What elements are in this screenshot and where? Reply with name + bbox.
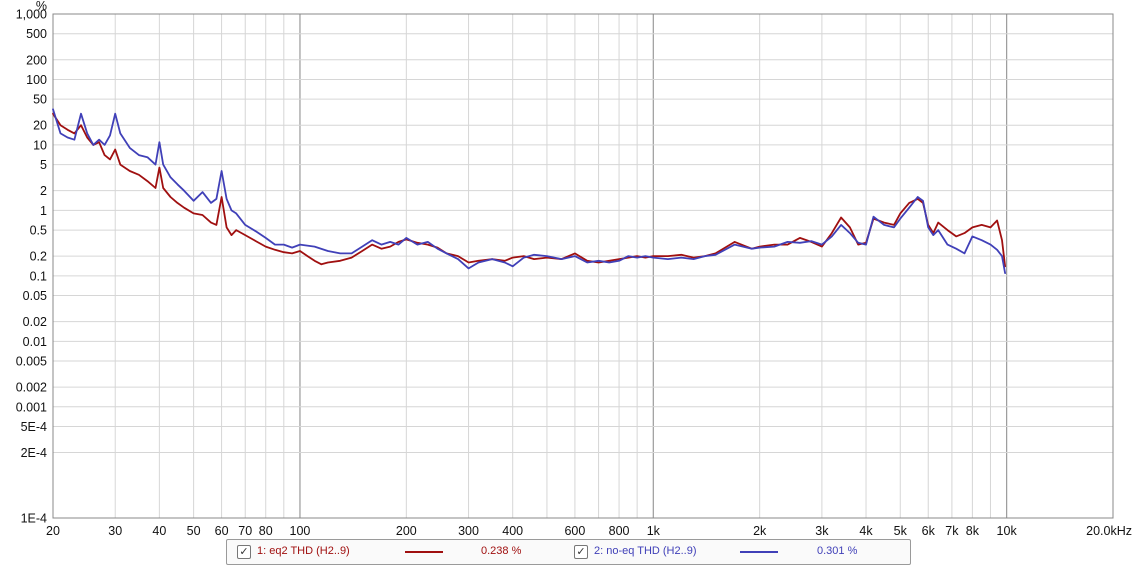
checkbox-series-1[interactable]: ✓ [237, 545, 251, 559]
legend-series-2-swatch [740, 551, 778, 553]
x-tick-label: 60 [215, 524, 229, 538]
y-tick-label: 5E-4 [21, 420, 47, 434]
x-tick-label: 30 [108, 524, 122, 538]
y-tick-label: 100 [26, 73, 47, 87]
y-tick-label: 0.001 [16, 400, 47, 414]
x-tick-label: 10k [997, 524, 1018, 538]
thd-chart: 1,0005002001005020105210.50.20.10.050.02… [16, 0, 1132, 538]
y-tick-label: 1E-4 [21, 512, 47, 526]
x-tick-label: 3k [815, 524, 829, 538]
y-tick-label: 20 [33, 119, 47, 133]
x-tick-label: 6k [922, 524, 936, 538]
y-tick-label: 0.005 [16, 355, 47, 369]
y-tick-label: 500 [26, 27, 47, 41]
legend-series-2-value: 0.301 % [817, 545, 858, 557]
legend-series-1-swatch [405, 551, 443, 553]
x-tick-label: 20 [46, 524, 60, 538]
plot-frame [52, 13, 1114, 519]
y-tick-labels: 1,0005002001005020105210.50.20.10.050.02… [16, 8, 47, 526]
legend-series-1-value: 0.238 % [481, 545, 522, 557]
x-tick-label: 40 [152, 524, 166, 538]
y-tick-label: 2E-4 [21, 446, 47, 460]
y-tick-label: 0.2 [30, 250, 47, 264]
x-tick-label: 4k [859, 524, 873, 538]
x-tick-label: 7k [945, 524, 959, 538]
x-tick-label: 100 [290, 524, 311, 538]
y-tick-label: 0.1 [30, 269, 47, 283]
y-tick-label: 0.002 [16, 381, 47, 395]
x-tick-label: 300 [458, 524, 479, 538]
x-tick-label: 800 [609, 524, 630, 538]
y-tick-label: 10 [33, 138, 47, 152]
x-tick-label: 400 [502, 524, 523, 538]
series-line-2 [52, 108, 1006, 275]
y-tick-label: 5 [40, 158, 47, 172]
legend-series-1-name: 1: eq2 THD (H2..9) [257, 545, 350, 557]
y-tick-label: 0.05 [23, 289, 47, 303]
y-tick-label: 2 [40, 184, 47, 198]
x-tick-label: 1k [647, 524, 661, 538]
x-tick-label: 50 [187, 524, 201, 538]
y-tick-label: 0.02 [23, 315, 47, 329]
legend-entry-2[interactable]: ✓ 2: no-eq THD (H2..9) 0.301 % [567, 540, 907, 564]
x-tick-label: 20.0kHz [1086, 524, 1132, 538]
y-tick-label: 200 [26, 53, 47, 67]
legend: ✓ 1: eq2 THD (H2..9) 0.238 % ✓ 2: no-eq … [226, 539, 911, 565]
x-tick-label: 200 [396, 524, 417, 538]
x-tick-label: 600 [564, 524, 585, 538]
checkbox-series-2[interactable]: ✓ [574, 545, 588, 559]
x-tick-label: 80 [259, 524, 273, 538]
y-axis-unit-label: % [36, 0, 47, 13]
x-tick-label: 8k [966, 524, 980, 538]
x-tick-label: 2k [753, 524, 767, 538]
x-tick-label: 5k [894, 524, 908, 538]
series-layer [52, 108, 1006, 275]
y-tick-label: 1 [40, 204, 47, 218]
x-tick-labels: 20 30 40 50 60 70 80 100 200 300 400 600 800 1k 2k 3k 4k… [46, 524, 1132, 538]
legend-entry-1[interactable]: ✓ 1: eq2 THD (H2..9) 0.238 % [227, 540, 567, 564]
y-tick-label: 0.5 [30, 224, 47, 238]
grid [52, 13, 1114, 519]
y-tick-label: 50 [33, 93, 47, 107]
y-tick-label: 0.01 [23, 335, 47, 349]
legend-series-2-name: 2: no-eq THD (H2..9) [594, 545, 697, 557]
x-tick-label: 70 [238, 524, 252, 538]
